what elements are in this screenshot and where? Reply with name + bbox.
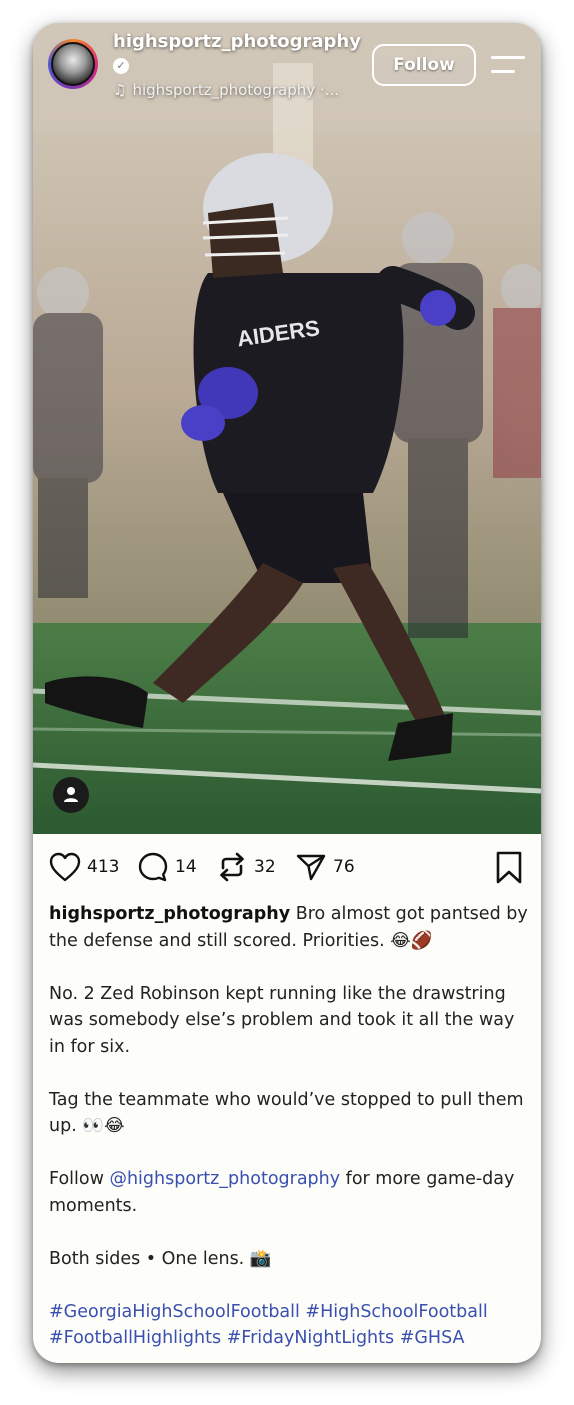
story-ring[interactable] [48, 39, 98, 89]
repost-button[interactable]: 32 [216, 849, 276, 885]
music-attribution[interactable]: ♫ highsportz_photography ·... [113, 81, 339, 99]
person-icon [64, 787, 78, 802]
post-card: AIDERS highsportz_photography ✓ ♫ highspo… [33, 23, 541, 1363]
avatar[interactable] [51, 42, 95, 86]
hashtags-line2[interactable]: #FootballHighlights #FridayNightLights #… [49, 1325, 529, 1352]
comment-icon [138, 852, 168, 882]
tagged-people-button[interactable] [53, 777, 89, 813]
caption-author[interactable]: highsportz_photography [49, 904, 290, 924]
caption-para2: No. 2 Zed Robinson kept running like the… [49, 983, 515, 1057]
hashtags-line1[interactable]: #GeorgiaHighSchoolFootball #HighSchoolFo… [49, 1299, 529, 1326]
football-player-photo: AIDERS [33, 23, 541, 834]
like-count: 413 [87, 857, 120, 877]
repost-icon [220, 852, 244, 882]
post-caption: highsportz_photography Bro almost got pa… [49, 901, 529, 1352]
repost-count: 32 [254, 857, 276, 877]
follow-button[interactable]: Follow [372, 44, 476, 86]
share-count: 76 [333, 857, 355, 877]
action-bar: 413 14 32 76 [33, 849, 541, 889]
share-icon [296, 854, 326, 881]
username[interactable]: highsportz_photography [113, 31, 361, 52]
comment-count: 14 [175, 857, 197, 877]
share-button[interactable]: 76 [295, 849, 355, 885]
post-header: highsportz_photography ✓ ♫ highsportz_pho… [33, 23, 541, 103]
music-label: highsportz_photography ·... [132, 81, 339, 99]
verified-icon: ✓ [113, 58, 129, 74]
post-photo[interactable]: AIDERS highsportz_photography ✓ ♫ highspo… [33, 23, 541, 834]
caption-para3: Tag the teammate who would’ve stopped to… [49, 1089, 524, 1137]
menu-icon[interactable] [491, 56, 525, 76]
caption-follow-line: Follow @highsportz_photography for more … [49, 1166, 529, 1219]
follow-prefix: Follow [49, 1169, 110, 1189]
mention-link[interactable]: @highsportz_photography [109, 1169, 340, 1189]
caption-first-line: highsportz_photography Bro almost got pa… [49, 901, 529, 954]
like-button[interactable]: 413 [49, 849, 119, 885]
music-note-icon: ♫ [113, 81, 127, 99]
heart-icon [49, 852, 81, 882]
caption-para5: Both sides • One lens. 📸 [49, 1248, 272, 1269]
comment-button[interactable]: 14 [137, 849, 197, 885]
bookmark-icon[interactable] [495, 851, 523, 885]
